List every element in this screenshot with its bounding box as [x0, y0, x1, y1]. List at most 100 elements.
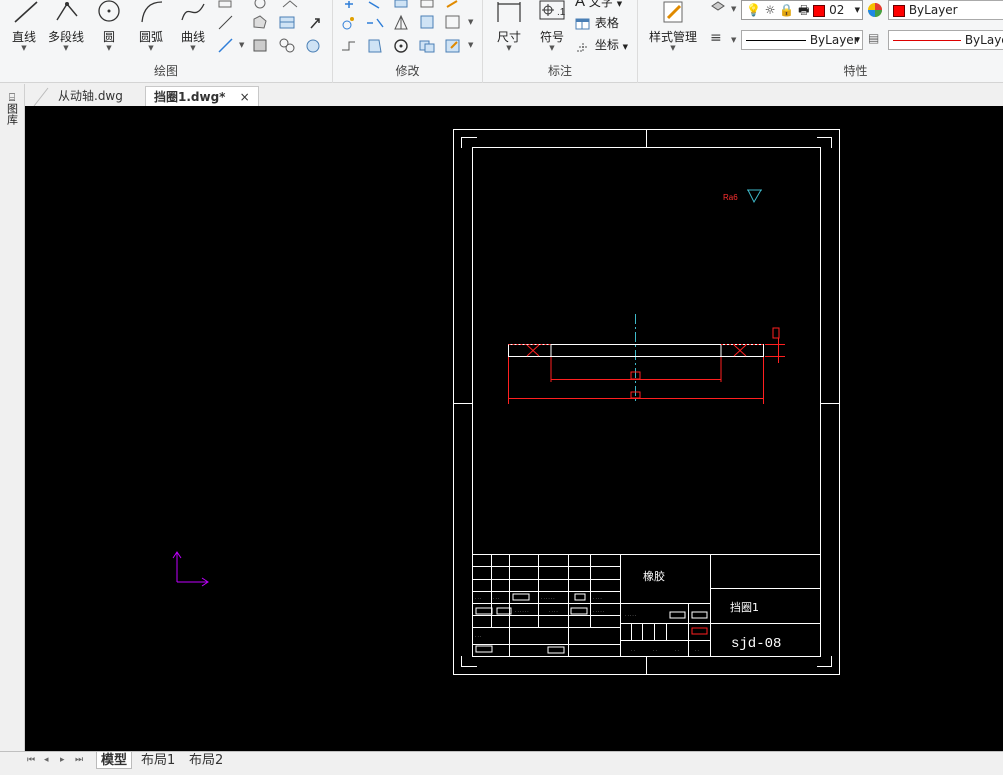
lineweight-sample [893, 40, 961, 41]
drawing-svg: Ra6 · · · · · · · · · · · · · · · · · · … [172, 129, 840, 675]
tab-layout-2[interactable]: 布局2 [189, 752, 223, 769]
table-label: 表格 [594, 16, 619, 30]
coordinate-icon [577, 42, 587, 51]
ucs-icon [172, 551, 209, 587]
chevron-down-icon: ▼ [106, 44, 112, 52]
part-geometry [508, 314, 764, 404]
arc-icon [141, 1, 163, 23]
chevron-down-icon[interactable]: ▼ [731, 37, 736, 44]
circle-label: 圆 [102, 30, 115, 44]
arc-button[interactable]: 圆弧 ▼ [127, 0, 175, 52]
break-icon[interactable] [365, 13, 385, 31]
chevron-down-icon: ▼ [622, 43, 629, 51]
region-icon[interactable] [250, 13, 270, 31]
last-tab-icon[interactable]: ⏭ [75, 755, 83, 765]
chevron-down-icon[interactable]: ▼ [731, 6, 736, 13]
tab-file-2[interactable]: 挡圈1.dwg* × [145, 86, 259, 106]
table-button[interactable]: 表格 [575, 14, 619, 31]
chevron-down-icon: ▼ [670, 44, 676, 52]
style-manager-button[interactable]: 样式管理 ▼ [644, 0, 702, 52]
color-swatch [893, 4, 905, 17]
lineweight-icon[interactable]: ▤ [868, 31, 879, 45]
layer-properties-icon[interactable] [708, 0, 728, 18]
dimensions [508, 327, 785, 404]
dimension-button[interactable]: 尺寸 ▼ [485, 0, 533, 52]
chevron-down-icon: ▼ [190, 44, 196, 52]
mirror-icon[interactable] [339, 13, 359, 31]
coord-label: 坐标 [594, 38, 619, 52]
linetype-dropdown[interactable]: ByLayer ▼ [741, 30, 863, 50]
paper-outer-border [453, 129, 840, 675]
tab-model-label: 模型 [101, 753, 128, 768]
style-manager-icon [663, 1, 683, 23]
linetype-icon[interactable]: ≡ [710, 30, 722, 46]
svg-text:· · · · · ·: · · · · · · [541, 596, 555, 601]
rotate-circle-icon[interactable] [391, 36, 411, 54]
line-icon [14, 1, 38, 23]
table-grid-icon[interactable] [277, 13, 297, 31]
next-tab-icon[interactable]: ▸ [60, 755, 65, 765]
tab-layout-1[interactable]: 布局1 [141, 752, 175, 769]
offset-icon[interactable] [417, 13, 437, 31]
curve-label: 曲线 [180, 30, 205, 44]
tab-model[interactable]: 模型 [96, 752, 133, 769]
color-wheel-icon[interactable] [866, 1, 886, 19]
file-tab-bar: 从动轴.dwg 挡圈1.dwg* × [25, 84, 1003, 106]
tab-file-1[interactable]: 从动轴.dwg [50, 86, 131, 106]
arc-label: 圆弧 [138, 30, 163, 44]
properties-panel-label: 特性 [843, 64, 868, 78]
extend-icon[interactable] [339, 36, 359, 54]
group-icon[interactable] [277, 36, 297, 54]
prev-tab-icon[interactable]: ◂ [44, 755, 49, 765]
library-label: 图库 [5, 103, 19, 125]
chevron-down-icon[interactable]: ▼ [468, 19, 473, 26]
chevron-down-icon: ▼ [148, 44, 154, 52]
explode-icon[interactable] [443, 36, 463, 54]
style-panel: 样式管理 ▼ [638, 0, 708, 83]
hatch-icon[interactable] [216, 13, 236, 31]
svg-text:· · · · ·: · · · · · [625, 613, 636, 618]
first-tab-icon[interactable]: ⏮ [27, 755, 35, 765]
circle-button[interactable]: 圆 ▼ [85, 0, 133, 52]
fillet-icon[interactable] [417, 36, 437, 54]
svg-text:· · · · ·: · · · · · [593, 609, 604, 614]
chevron-down-icon[interactable]: ▼ [468, 42, 473, 49]
color-dropdown[interactable]: ByLayer [888, 0, 1003, 20]
symbol-button[interactable]: .1 符号 ▼ [528, 0, 576, 52]
svg-text:· · ·: · · · [475, 634, 481, 639]
table-icon [575, 18, 590, 29]
boundary-icon[interactable] [250, 36, 270, 54]
construction-line-icon[interactable] [216, 36, 236, 54]
library-icon: ⌸ [8, 91, 16, 104]
layer-dropdown[interactable]: 💡 ☼ 🔒 🖶 02 ▼ [741, 0, 863, 20]
trim-icon[interactable] [391, 13, 411, 31]
curve-button[interactable]: 曲线 ▼ [169, 0, 217, 52]
pointer-arrow-icon[interactable] [305, 13, 325, 31]
chevron-down-icon[interactable]: ▼ [239, 42, 244, 49]
symbol-label: 符号 [539, 30, 564, 44]
roughness-mark: Ra6 [723, 189, 762, 204]
lineweight-value: ByLayer [964, 33, 1003, 47]
sun-icon: ☼ [764, 3, 776, 17]
svg-text:.1: .1 [557, 7, 566, 18]
linetype-sample [746, 40, 806, 41]
polyline-button[interactable]: 多段线 ▼ [42, 0, 90, 52]
print-icon: 🖶 [798, 3, 810, 17]
dimension-label: 尺寸 [496, 30, 521, 44]
text-button[interactable]: A 文字 ▼ [575, 0, 622, 10]
svg-text:· ·: · · [653, 648, 657, 653]
coordinate-button[interactable]: 坐标 ▼ [575, 36, 628, 53]
array-icon[interactable] [443, 13, 463, 31]
close-icon[interactable]: × [240, 90, 250, 104]
wipeout-icon[interactable] [303, 36, 323, 54]
lineweight-dropdown[interactable]: ByLayer [888, 30, 1003, 50]
line-button[interactable]: 直线 ▼ [0, 0, 48, 52]
svg-text:· · ·: · · · [493, 596, 499, 601]
library-panel-tab[interactable]: ⌸ 图库 [3, 92, 21, 127]
scale-icon[interactable] [365, 36, 385, 54]
svg-text:· ·: · · [675, 648, 679, 653]
modify-panel-label: 修改 [395, 64, 420, 78]
left-sidebar: ⌸ 图库 [0, 84, 25, 754]
drawing-canvas[interactable]: Ra6 · · · · · · · · · · · · · · · · · · … [25, 106, 1003, 751]
polyline-label: 多段线 [47, 30, 84, 44]
